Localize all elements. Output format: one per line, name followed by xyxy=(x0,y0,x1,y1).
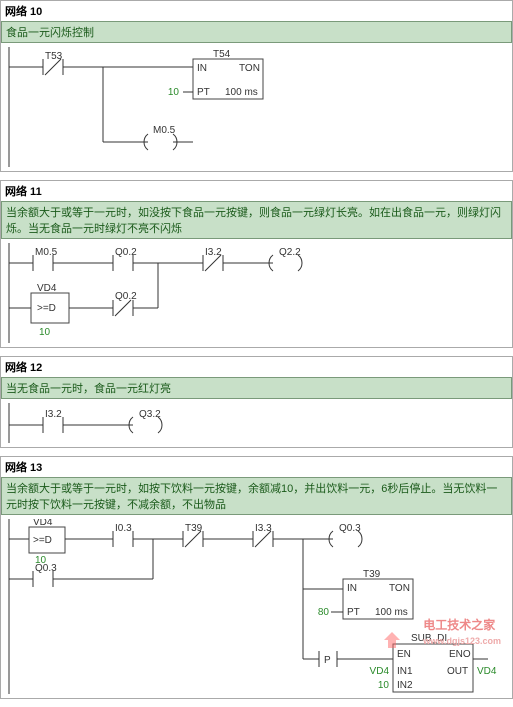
contact-label: I0.3 xyxy=(115,523,132,534)
sub-out: OUT xyxy=(447,666,468,677)
logo-icon xyxy=(381,629,403,651)
timer-type: TON xyxy=(389,583,410,594)
network-comment: 当余额大于或等于一元时，如按下饮料一元按键，余额减10，并出饮料一元，6秒后停止… xyxy=(1,477,512,515)
ladder-body: I3.2 Q3.2 xyxy=(1,399,512,447)
timer-time: 100 ms xyxy=(375,607,408,618)
timer-in: IN xyxy=(197,63,207,74)
network-11: 网络 11 当余额大于或等于一元时，如没按下食品一元按键，则食品一元绿灯长亮。如… xyxy=(0,180,513,348)
sub-out-val: VD4 xyxy=(477,666,497,677)
network-title: 网络 10 xyxy=(1,1,512,21)
compare-var: VD4 xyxy=(37,283,57,294)
compare-var: VD4 xyxy=(33,519,53,528)
coil-label: Q0.3 xyxy=(339,523,361,534)
contact-label: Q0.3 xyxy=(35,563,57,574)
watermark-url: www.dgjs123.com xyxy=(423,636,501,646)
sub-in1: IN1 xyxy=(397,666,413,677)
network-10: 网络 10 食品一元闪烁控制 T53 T54 IN TON PT 10 100 … xyxy=(0,0,513,172)
network-comment: 食品一元闪烁控制 xyxy=(1,21,512,43)
ladder-svg: VD4 >=D 10 I0.3 T39 I3.3 Q0.3 Q0.3 xyxy=(3,519,503,694)
timer-type: TON xyxy=(239,63,260,74)
compare-val: 10 xyxy=(39,327,51,338)
contact-label: M0.5 xyxy=(35,247,58,258)
timer-pt-lbl: PT xyxy=(197,87,210,98)
coil-label: Q3.2 xyxy=(139,409,161,420)
ladder-svg: M0.5 Q0.2 I3.2 Q2.2 VD4 >=D 10 Q0.2 xyxy=(3,243,503,343)
coil-label: M0.5 xyxy=(153,125,176,136)
network-comment: 当无食品一元时，食品一元红灯亮 xyxy=(1,377,512,399)
compare-op: >=D xyxy=(37,303,56,314)
ladder-svg: T53 T54 IN TON PT 10 100 ms M0.5 xyxy=(3,47,503,167)
network-title: 网络 12 xyxy=(1,357,512,377)
timer-pt-val: 10 xyxy=(168,87,180,98)
sub-in2: IN2 xyxy=(397,680,413,691)
contact-label: I3.2 xyxy=(45,409,62,420)
timer-name: T39 xyxy=(363,569,381,580)
coil-label: Q2.2 xyxy=(279,247,301,258)
ladder-body: T53 T54 IN TON PT 10 100 ms M0.5 xyxy=(1,43,512,171)
ladder-body: M0.5 Q0.2 I3.2 Q2.2 VD4 >=D 10 Q0.2 xyxy=(1,239,512,347)
timer-pt-val: 80 xyxy=(318,607,330,618)
p-contact: P xyxy=(324,655,331,666)
contact-label: Q0.2 xyxy=(115,291,137,302)
ladder-body: VD4 >=D 10 I0.3 T39 I3.3 Q0.3 Q0.3 xyxy=(1,515,512,698)
sub-in2-val: 10 xyxy=(378,680,390,691)
sub-in1-val: VD4 xyxy=(370,666,390,677)
network-comment: 当余额大于或等于一元时，如没按下食品一元按键，则食品一元绿灯长亮。如在出食品一元… xyxy=(1,201,512,239)
network-12: 网络 12 当无食品一元时，食品一元红灯亮 I3.2 Q3.2 xyxy=(0,356,513,448)
timer-pt-lbl: PT xyxy=(347,607,360,618)
timer-time: 100 ms xyxy=(225,87,258,98)
compare-op: >=D xyxy=(33,535,52,546)
watermark: 电工技术之家 www.dgjs123.com xyxy=(423,616,501,647)
ladder-svg: I3.2 Q3.2 xyxy=(3,403,503,443)
contact-label: Q0.2 xyxy=(115,247,137,258)
timer-name: T54 xyxy=(213,49,231,60)
timer-in: IN xyxy=(347,583,357,594)
network-title: 网络 11 xyxy=(1,181,512,201)
network-title: 网络 13 xyxy=(1,457,512,477)
watermark-text: 电工技术之家 xyxy=(423,618,495,632)
network-13: 网络 13 当余额大于或等于一元时，如按下饮料一元按键，余额减10，并出饮料一元… xyxy=(0,456,513,699)
